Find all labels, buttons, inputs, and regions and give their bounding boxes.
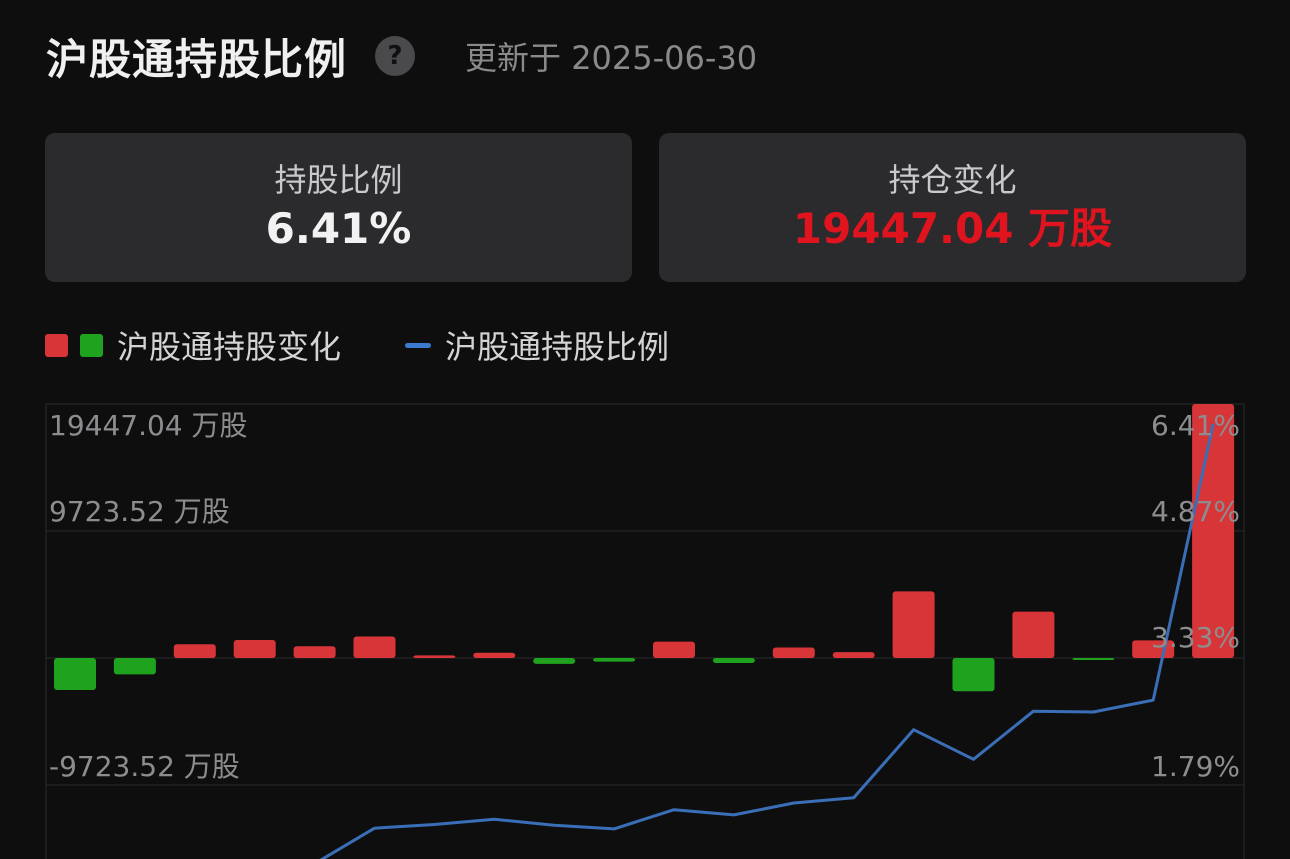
bar-9[interactable] [593,658,636,662]
holding-ratio-label: 持股比例 [274,160,403,199]
holding-chart: 19447.04 万股 9723.52 万股 -9723.52 万股 6.41% 4.8… [45,403,1245,859]
legend-increase-swatch [45,333,68,357]
position-change-label: 持仓变化 [888,160,1017,199]
bar-5[interactable] [353,636,396,658]
update-date: 更新于 2025-06-30 [465,39,758,77]
position-change-card: 持仓变化 19447.04 万股 [659,133,1246,282]
right-axis-tick-2: 3.33% [1151,621,1240,654]
bar-19[interactable] [1192,404,1235,658]
bar-17[interactable] [1072,658,1115,660]
bar-18[interactable] [1132,640,1175,658]
ratio-line[interactable] [135,423,1215,859]
left-axis-tick-2: -9723.52 万股 [49,750,240,783]
page: 沪股通持股比例 ? 更新于 2025-06-30 持股比例 6.41% 持仓变化… [0,0,1290,859]
bar-8[interactable] [533,658,576,664]
legend-decrease-swatch [80,333,103,357]
bar-7[interactable] [473,652,516,658]
bar-15[interactable] [952,658,995,692]
bar-11[interactable] [712,658,755,663]
right-axis-tick-0: 6.41% [1151,409,1240,442]
bar-12[interactable] [772,647,815,658]
position-change-value: 19447.04 万股 [792,203,1113,253]
right-axis-tick-3: 1.79% [1151,750,1240,783]
bar-4[interactable] [293,646,336,658]
holding-ratio-card: 持股比例 6.41% [45,133,632,282]
right-axis-tick-1: 4.87% [1151,495,1240,528]
bar-10[interactable] [653,641,695,658]
legend-line-label[interactable]: 沪股通持股比例 [445,322,669,368]
question-mark-icon[interactable]: ? [375,36,416,76]
chart-legend: 沪股通持股变化 沪股通持股比例 [45,320,669,370]
bar-14[interactable] [892,591,935,658]
bar-6[interactable] [413,655,456,658]
legend-bars-label[interactable]: 沪股通持股变化 [117,322,341,368]
bar-3[interactable] [233,639,276,658]
legend-line-swatch [405,342,432,348]
left-axis-tick-1: 9723.52 万股 [49,495,230,528]
bar-16[interactable] [1012,611,1055,658]
bar-2[interactable] [173,644,216,658]
holding-ratio-value: 6.41% [265,203,412,253]
left-axis-tick-0: 19447.04 万股 [49,409,248,442]
page-title: 沪股通持股比例 [46,34,348,84]
header: 沪股通持股比例 ? 更新于 2025-06-30 [46,26,757,86]
bar-13[interactable] [832,652,875,658]
bar-0[interactable] [54,658,96,690]
bar-1[interactable] [113,658,156,675]
